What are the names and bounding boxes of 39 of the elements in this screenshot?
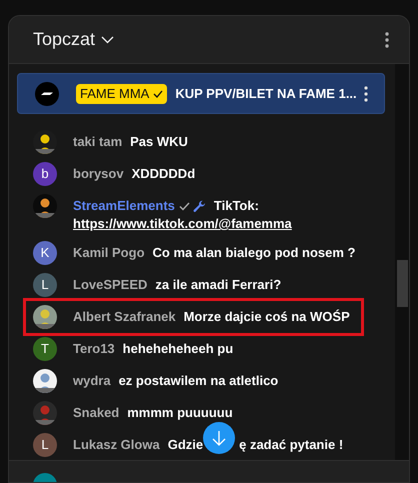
message-text: za ile amadi Ferrari? <box>155 276 282 294</box>
author-name[interactable]: borysov <box>73 165 124 183</box>
author-name[interactable]: Albert Szafranek <box>73 308 176 326</box>
avatar: L <box>33 433 57 457</box>
message-text: Co ma alan bialego pod nosem ? <box>152 244 356 262</box>
author-name[interactable]: LoveSPEED <box>73 276 148 294</box>
pinned-message-banner[interactable]: FAME MMA KUP PPV/BILET NA FAME 1... <box>17 73 385 114</box>
message-text: ez postawilem na atletlico <box>118 372 278 390</box>
message-text: mmmm puuuuuu <box>127 404 233 422</box>
author-name[interactable]: Kamil Pogo <box>73 244 145 262</box>
scrollbar[interactable] <box>395 64 409 460</box>
message-text: TikTok: <box>214 197 260 215</box>
more-icon[interactable] <box>385 32 389 48</box>
author-name[interactable]: wydra <box>73 372 111 390</box>
author-name[interactable]: StreamElements <box>73 197 175 215</box>
arrow-down-icon <box>212 430 226 446</box>
author-name[interactable]: Lukasz Glowa <box>73 436 160 454</box>
link[interactable]: https://www.tiktok.com/@famemma <box>73 215 385 233</box>
author-name[interactable]: Tero13 <box>73 340 115 358</box>
message-text: heheheheheeh pu <box>122 340 234 358</box>
chat-mode-dropdown[interactable]: Topczat <box>33 26 114 53</box>
wrench-icon <box>192 200 206 212</box>
message-text: Gdzie <box>168 436 204 454</box>
chevron-down-icon <box>101 36 114 44</box>
avatar: K <box>33 241 57 265</box>
avatar: b <box>33 162 57 186</box>
message-text: XDDDDDd <box>132 165 196 183</box>
message-text: Pas WKU <box>130 133 188 151</box>
channel-logo <box>35 82 59 106</box>
message-text: ę zadać pytanie ! <box>239 436 344 454</box>
avatar: T <box>33 337 57 361</box>
author-name[interactable]: taki tam <box>73 133 122 151</box>
author-name[interactable]: Snaked <box>73 404 120 422</box>
scroll-down-button[interactable] <box>203 422 235 454</box>
avatar: L <box>33 273 57 297</box>
author-badge: FAME MMA <box>76 84 168 104</box>
more-icon[interactable] <box>364 86 368 102</box>
pinned-message-text: KUP PPV/BILET NA FAME 1... <box>175 84 357 103</box>
message-text: Morze dajcie coś na WOŚP <box>184 308 350 326</box>
